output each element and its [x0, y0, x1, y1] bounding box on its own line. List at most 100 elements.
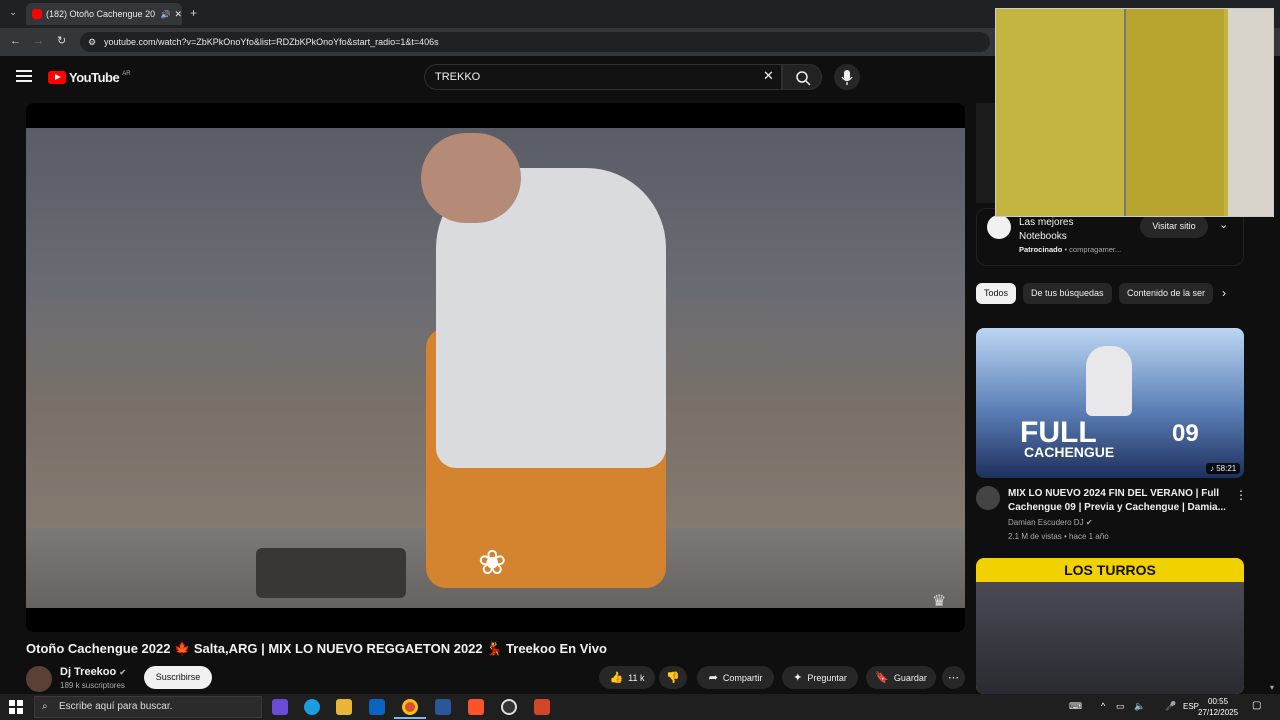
ad-banner-edge: [976, 103, 996, 203]
channel-name[interactable]: Dj Treekoo ✔: [60, 666, 126, 678]
related-video-title[interactable]: MIX LO NUEVO 2024 FIN DEL VERANO | Full …: [1008, 487, 1230, 515]
clock-date: 27/12/2025: [1198, 708, 1239, 717]
obs-icon[interactable]: [501, 699, 517, 715]
verified-icon: ✔: [119, 668, 127, 677]
tab-title: (182) Otoño Cachengue 20: [46, 9, 156, 19]
thumbnail-text-number: 09: [1172, 420, 1199, 447]
microphone-icon[interactable]: 🎤: [1165, 701, 1176, 712]
taskbar-search-placeholder: Escribe aquí para buscar.: [59, 701, 173, 712]
volume-icon[interactable]: 🔈: [1134, 701, 1145, 712]
visit-site-button[interactable]: Visitar sitio: [1140, 215, 1208, 238]
speaker-icon[interactable]: 🔊: [160, 10, 170, 19]
back-icon[interactable]: ←: [10, 35, 21, 47]
pip-door: [1124, 9, 1224, 216]
search-icon: [796, 71, 811, 86]
voice-search-button[interactable]: [834, 64, 860, 90]
network-icon[interactable]: ▭: [1116, 701, 1125, 712]
subscriber-count: 189 k suscriptores: [60, 681, 125, 690]
video-title: Otoño Cachengue 2022 🍁 Salta,ARG | MIX L…: [26, 641, 607, 656]
dislike-button[interactable]: 👎: [659, 666, 687, 689]
ask-label: Preguntar: [807, 672, 847, 683]
related-channel-avatar[interactable]: [976, 486, 1000, 510]
ask-button[interactable]: ✦ Preguntar: [782, 666, 858, 689]
tab-list-icon[interactable]: ⌄: [6, 7, 20, 21]
clock[interactable]: 00:55 27/12/2025: [1198, 696, 1238, 718]
active-app-indicator: [394, 717, 426, 719]
taskbar-search-input[interactable]: ⌕ Escribe aquí para buscar.: [34, 696, 262, 718]
related-channel[interactable]: Damian Escudero DJ ✔: [1008, 518, 1093, 527]
windows-start-icon[interactable]: [9, 700, 23, 714]
chevron-down-icon[interactable]: ⌄: [1219, 218, 1228, 231]
maple-leaf-icon: ❀: [478, 544, 507, 582]
word-icon[interactable]: [435, 699, 451, 715]
save-label: Guardar: [893, 672, 927, 683]
chevron-right-icon[interactable]: ›: [1222, 286, 1226, 300]
search-input[interactable]: TREKKO: [424, 64, 782, 90]
verified-icon: ✔: [1085, 518, 1093, 527]
edge-icon[interactable]: [304, 699, 320, 715]
chrome-icon[interactable]: [402, 699, 418, 715]
reload-icon[interactable]: ↻: [57, 34, 66, 47]
forward-icon[interactable]: →: [33, 35, 44, 47]
scroll-down-icon[interactable]: ▾: [1270, 683, 1274, 692]
picture-in-picture-window[interactable]: [995, 8, 1274, 217]
thumbs-down-icon: 👎: [666, 672, 680, 684]
language-indicator[interactable]: ESP: [1183, 702, 1199, 711]
more-horizontal-icon: ⋯: [948, 672, 959, 684]
address-bar[interactable]: ⚙ youtube.com/watch?v=ZbKPkOnoYfo&list=R…: [80, 32, 990, 52]
site-info-icon[interactable]: ⚙: [88, 32, 96, 52]
related-video-meta: 2.1 M de vistas • hace 1 año: [1008, 532, 1109, 541]
clock-time: 00:55: [1208, 697, 1229, 706]
thumbnail-title: LOS TURROS: [1064, 562, 1156, 578]
subscribe-button[interactable]: Suscribirse: [144, 666, 212, 689]
more-actions-button[interactable]: ⋯: [942, 666, 965, 689]
close-tab-icon[interactable]: ✕: [174, 9, 182, 20]
region-label: AR: [122, 70, 131, 77]
search-button[interactable]: [782, 64, 822, 90]
mail-icon[interactable]: [369, 699, 385, 715]
chip-from-searches[interactable]: De tus búsquedas: [1023, 283, 1112, 304]
file-explorer-icon[interactable]: [336, 699, 352, 715]
chip-related-content[interactable]: Contenido de la ser: [1119, 283, 1213, 304]
chevron-up-icon[interactable]: ^: [1101, 701, 1105, 711]
related-channel-name: Damian Escudero DJ: [1008, 518, 1084, 527]
video-player[interactable]: ❀ ♛: [26, 103, 965, 632]
video-duration: ♪ 58:21: [1206, 463, 1241, 474]
notifications-icon[interactable]: ▢: [1252, 700, 1261, 711]
youtube-favicon-icon: [32, 9, 42, 19]
thumbnail-text-cachengue: CACHENGUE: [1024, 444, 1115, 460]
search-value: TREKKO: [435, 71, 481, 83]
keyboard-icon[interactable]: ⌨: [1069, 701, 1082, 712]
menu-icon[interactable]: [16, 70, 32, 82]
video-person-head: [421, 133, 521, 223]
share-icon: ➦: [708, 672, 718, 684]
ad-domain: compragamer...: [1069, 245, 1122, 254]
channel-watermark-icon[interactable]: ♛: [932, 591, 946, 611]
channel-avatar[interactable]: [26, 666, 52, 692]
video-dj-mixer: [256, 548, 406, 598]
url-text: youtube.com/watch?v=ZbKPkOnoYfo&list=RDZ…: [104, 37, 439, 47]
ad-title: Las mejores Notebooks: [1019, 217, 1074, 242]
brave-icon[interactable]: [468, 699, 484, 715]
thumbnail-scene: [976, 582, 1244, 694]
browser-tab[interactable]: (182) Otoño Cachengue 20 🔊 ✕: [26, 3, 182, 25]
save-button[interactable]: 🔖 Guardar: [866, 666, 936, 689]
logo-text: YouTube: [69, 70, 120, 85]
share-button[interactable]: ➦ Compartir: [697, 666, 774, 689]
advertiser-logo: [987, 215, 1011, 239]
related-video-thumbnail[interactable]: FULL 09 CACHENGUE: [976, 328, 1244, 478]
chip-all[interactable]: Todos: [976, 283, 1017, 304]
related-video-thumbnail-2[interactable]: LOS TURROS: [976, 558, 1244, 694]
new-tab-icon[interactable]: +: [190, 6, 197, 20]
pip-wall: [1228, 9, 1273, 216]
ad-meta: Patrocinado • compragamer...: [1019, 245, 1122, 254]
bookmark-icon: 🔖: [875, 672, 889, 684]
youtube-play-icon: [48, 71, 66, 84]
channel-name-text: Dj Treekoo: [60, 666, 117, 678]
clear-search-icon[interactable]: ✕: [763, 68, 774, 84]
like-button[interactable]: 👍 11 k: [599, 666, 655, 689]
copilot-icon[interactable]: [272, 699, 288, 715]
more-vertical-icon[interactable]: ⋮: [1235, 488, 1247, 502]
powerpoint-icon[interactable]: [534, 699, 550, 715]
youtube-logo[interactable]: YouTube AR: [48, 70, 131, 85]
